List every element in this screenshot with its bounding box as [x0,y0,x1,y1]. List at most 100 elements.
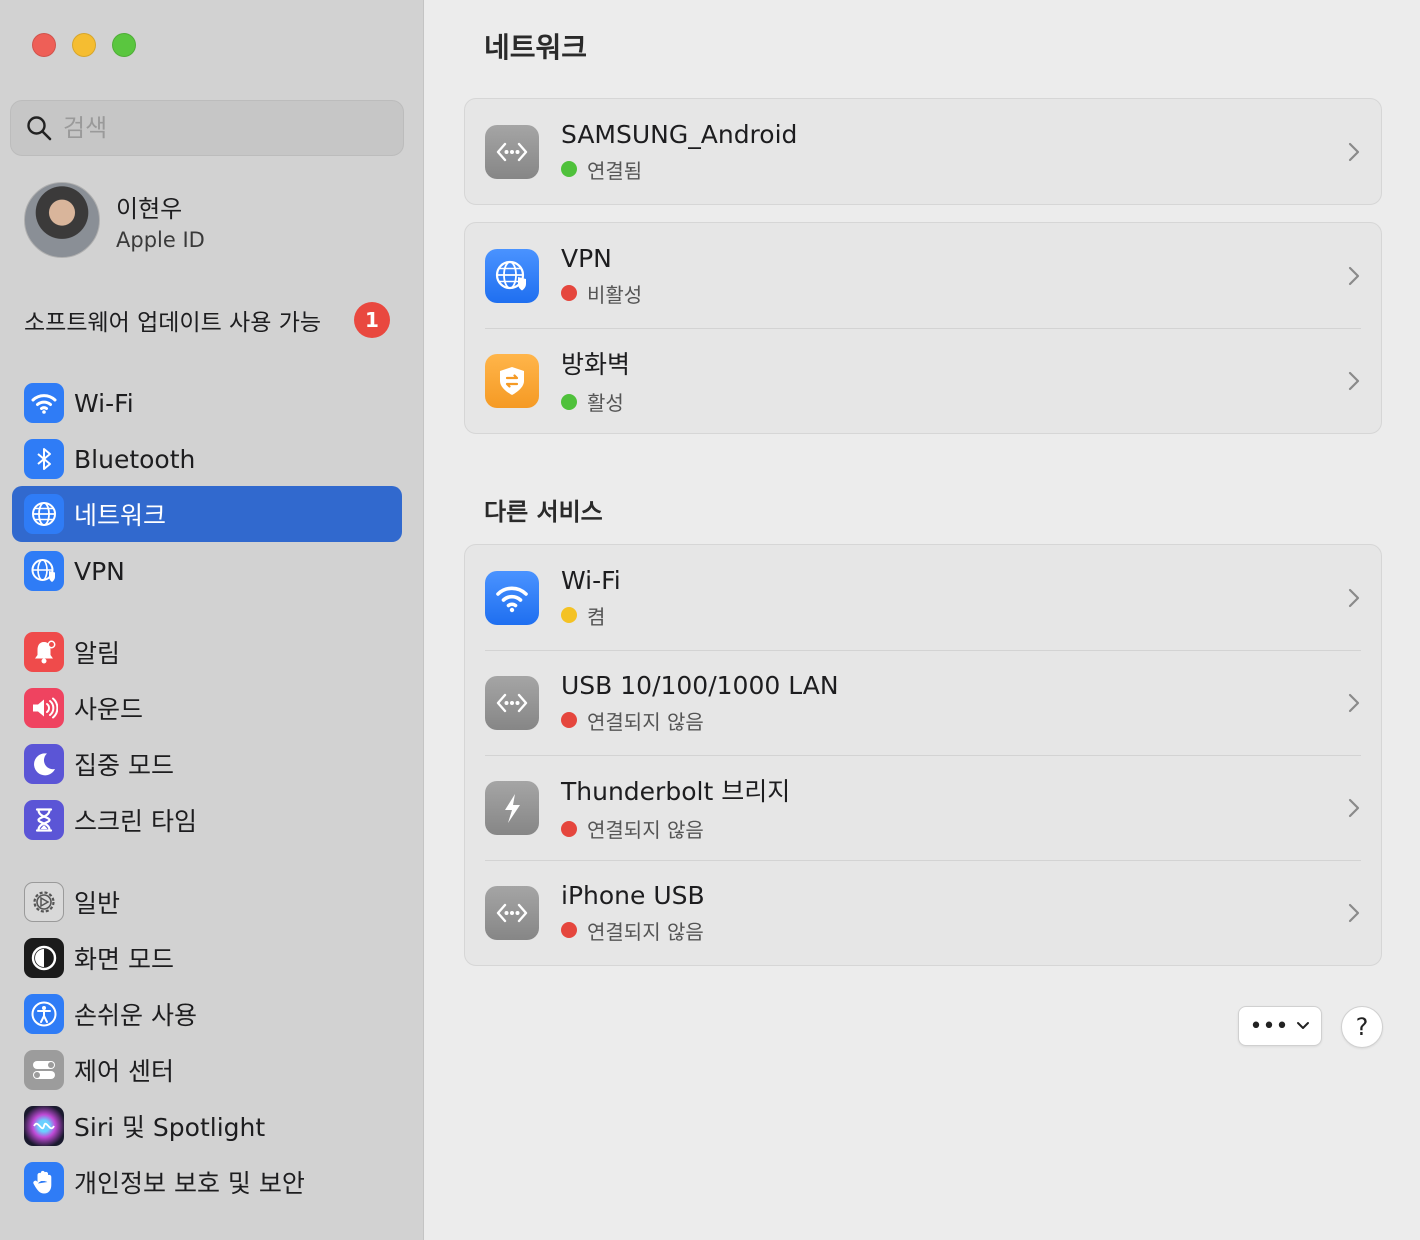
row-title: SAMSUNG_Android [561,119,798,149]
sidebar-item-label: 개인정보 보호 및 보안 [74,1169,305,1198]
status-dot [561,161,577,177]
more-actions-button[interactable]: ••• [1238,1006,1322,1046]
more-label: ••• [1249,1013,1289,1039]
software-update-item[interactable]: 소프트웨어 업데이트 사용 가능 1 [24,300,390,340]
chevron-right-icon [1348,588,1360,607]
toggles-icon [24,1050,64,1090]
sidebar: 이현우 Apple ID 소프트웨어 업데이트 사용 가능 1 Wi-Fi Bl… [0,0,424,1240]
sidebar-item-label: 알림 [74,639,121,668]
search-icon [27,116,52,141]
row-status: 켬 [587,604,606,629]
sidebar-item-label: VPN [74,556,125,586]
ethernet-dots-icon [485,885,539,940]
sidebar-item-accessibility[interactable]: 손쉬운 사용 [12,986,402,1042]
avatar [24,182,100,258]
ethernet-dots-icon [485,124,539,179]
appearance-icon [24,938,64,978]
network-row-firewall[interactable]: 방화벽 활성 [465,328,1381,433]
sidebar-item-label: Wi-Fi [74,388,134,418]
chevron-down-icon [1297,1022,1310,1029]
thunderbolt-icon [485,780,539,835]
row-status: 연결되지 않음 [587,709,704,734]
chevron-right-icon [1348,903,1360,922]
status-dot [561,820,577,837]
profile-subtitle: Apple ID [116,227,205,252]
status-dot [561,607,577,623]
ethernet-dots-icon [485,675,539,730]
search-field[interactable] [10,100,404,156]
minimize-button[interactable] [72,33,96,57]
sidebar-item-label: 제어 센터 [74,1057,174,1086]
sidebar-item-appearance[interactable]: 화면 모드 [12,930,402,986]
chevron-right-icon [1348,266,1360,285]
update-badge: 1 [354,302,390,338]
other-services-card: Wi-Fi 켬 USB 10/100/1000 LAN 연결되지 않음 Thun… [464,544,1382,966]
service-row-usb-lan[interactable]: USB 10/100/1000 LAN 연결되지 않음 [465,650,1381,755]
sidebar-item-label: 네트워크 [74,501,167,530]
network-row-vpn[interactable]: VPN 비활성 [465,223,1381,328]
sidebar-item-privacy[interactable]: 개인정보 보호 및 보안 [12,1154,402,1210]
sidebar-item-label: 손쉬운 사용 [74,1001,197,1030]
sidebar-item-vpn[interactable]: VPN [12,543,402,599]
status-dot [561,285,577,301]
window-controls [32,33,136,57]
speaker-icon [24,688,64,728]
profile-name: 이현우 [116,194,183,223]
network-row-samsung-android[interactable]: SAMSUNG_Android 연결됨 [465,99,1381,204]
row-title: iPhone USB [561,880,705,910]
close-button[interactable] [32,33,56,57]
chevron-right-icon [1348,798,1360,817]
service-row-thunderbolt[interactable]: Thunderbolt 브리지 연결되지 않음 [465,755,1381,860]
sidebar-item-wifi[interactable]: Wi-Fi [12,375,402,431]
sidebar-item-label: 화면 모드 [74,945,174,974]
sidebar-item-controlcenter[interactable]: 제어 센터 [12,1042,402,1098]
network-card-security: VPN 비활성 방화벽 활성 [464,222,1382,434]
service-row-iphone-usb[interactable]: iPhone USB 연결되지 않음 [465,860,1381,965]
apple-id-profile[interactable]: 이현우 Apple ID [24,182,205,258]
firewall-shield-icon [485,353,539,408]
help-button[interactable]: ? [1341,1006,1383,1048]
chevron-right-icon [1348,142,1360,161]
sidebar-item-network[interactable]: 네트워크 [12,486,402,542]
sidebar-item-label: 사운드 [74,695,144,724]
sidebar-item-label: 집중 모드 [74,751,174,780]
sidebar-item-sound[interactable]: 사운드 [12,680,402,736]
chevron-right-icon [1348,371,1360,390]
wifi-icon [485,570,539,625]
service-row-wifi[interactable]: Wi-Fi 켬 [465,545,1381,650]
row-status: 연결되지 않음 [587,919,704,944]
moon-icon [24,744,64,784]
status-dot [561,712,577,728]
sidebar-item-notifications[interactable]: 알림 [12,624,402,680]
other-services-heading: 다른 서비스 [484,498,603,526]
network-card-primary: SAMSUNG_Android 연결됨 [464,98,1382,205]
sidebar-item-focus[interactable]: 집중 모드 [12,736,402,792]
vpn-globe-icon [24,551,64,591]
page-title: 네트워크 [484,31,588,64]
search-input[interactable] [63,114,383,142]
sidebar-item-screentime[interactable]: 스크린 타임 [12,792,402,848]
sidebar-item-bluetooth[interactable]: Bluetooth [12,431,402,487]
bell-icon [24,632,64,672]
vpn-globe-icon [485,248,539,303]
sidebar-item-label: 스크린 타임 [74,807,197,836]
row-title: USB 10/100/1000 LAN [561,670,839,700]
status-dot [561,393,577,410]
row-status: 연결됨 [587,158,643,183]
chevron-right-icon [1348,693,1360,712]
row-title: VPN [561,243,612,273]
row-title: Thunderbolt 브리지 [561,777,791,806]
sidebar-item-general[interactable]: 일반 [12,874,402,930]
accessibility-icon [24,994,64,1034]
globe-icon [24,494,64,534]
gear-icon [24,882,64,922]
wifi-icon [24,383,64,423]
row-status: 연결되지 않음 [587,818,704,842]
siri-icon [24,1106,64,1146]
status-dot [561,922,577,938]
row-status: 비활성 [587,282,643,307]
bluetooth-icon [24,439,64,479]
zoom-button[interactable] [112,33,136,57]
sidebar-item-siri[interactable]: Siri 및 Spotlight [12,1098,402,1154]
sidebar-item-label: 일반 [74,889,121,918]
